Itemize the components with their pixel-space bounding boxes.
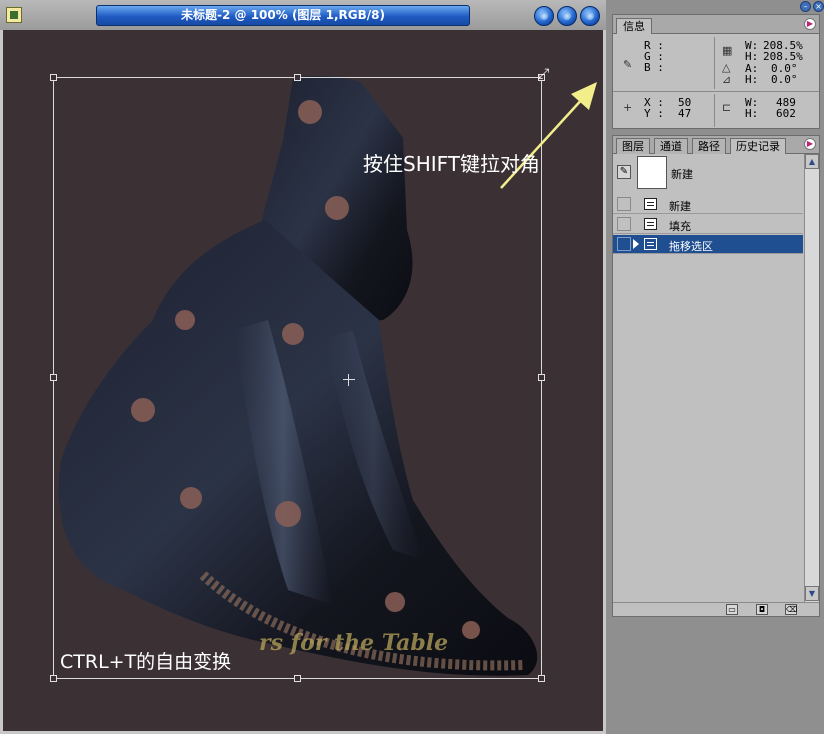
scale-height-label: H:	[745, 50, 759, 63]
history-palette: 图层 通道 路径 历史记录 ▶ ✎ 新建 新建 填充 拖移选区 ▲ ▼ ▭ ◘ …	[612, 135, 820, 617]
photoshop-app-icon[interactable]	[6, 7, 22, 23]
history-brush-icon[interactable]: ✎	[617, 165, 631, 179]
scale-icon: ▦	[722, 44, 733, 57]
document-titlebar[interactable]: 未标题-2 @ 100% (图层 1,RGB/8)	[0, 0, 606, 30]
tab-info[interactable]: 信息	[616, 18, 652, 34]
history-step-icon	[644, 238, 657, 250]
minimize-button[interactable]	[534, 6, 554, 26]
history-item-drag-selection[interactable]: 拖移选区	[613, 235, 803, 254]
history-tabbar: 图层 通道 路径 历史记录 ▶	[613, 136, 819, 154]
crosshair-icon: +	[623, 101, 633, 114]
transform-handle-bottom-left[interactable]	[50, 675, 57, 682]
history-brush-slot[interactable]	[617, 197, 631, 211]
history-item-label: 拖移选区	[669, 240, 713, 253]
info-row-divider	[613, 91, 819, 92]
transform-handle-top-left[interactable]	[50, 74, 57, 81]
image-canvas[interactable]: rs for the Table ⤢ 按住SHIFT键拉对角 CTRL+T的自由…	[3, 30, 603, 731]
info-column-divider	[714, 37, 715, 89]
skew-icon: ⊿	[722, 73, 732, 86]
maximize-button[interactable]	[557, 6, 577, 26]
scroll-down-arrow-icon[interactable]: ▼	[805, 586, 819, 601]
history-item-fill[interactable]: 填充	[613, 215, 803, 234]
annotation-arrow	[500, 82, 597, 189]
blue-label: B :	[644, 61, 664, 74]
document-title: 未标题-2 @ 100% (图层 1,RGB/8)	[96, 5, 470, 26]
tab-layers[interactable]: 图层	[616, 138, 650, 154]
history-step-icon	[644, 218, 657, 230]
palette-minimize-icon[interactable]: –	[800, 1, 811, 12]
skew-label: H:	[745, 73, 759, 86]
y-value: 47	[678, 107, 692, 120]
transform-handle-bottom-right[interactable]	[538, 675, 545, 682]
size-height-label: H:	[745, 107, 759, 120]
history-brush-slot[interactable]	[617, 237, 631, 251]
info-palette: 信息 ▶ R : G : B : ✎ ▦ W: 208.5% H: 208.5%…	[612, 14, 820, 129]
transform-handle-middle-left[interactable]	[50, 374, 57, 381]
palette-close-icon[interactable]: ×	[813, 1, 824, 12]
history-item-label: 新建	[669, 200, 691, 213]
snapshot-thumbnail	[637, 156, 667, 189]
transform-handle-middle-right[interactable]	[538, 374, 545, 381]
transform-handle-top-middle[interactable]	[294, 74, 301, 81]
close-button[interactable]	[580, 6, 600, 26]
shift-annotation: 按住SHIFT键拉对角	[363, 152, 541, 176]
trash-icon[interactable]: ⌫	[785, 604, 797, 615]
tab-channels[interactable]: 通道	[654, 138, 688, 154]
tab-history[interactable]: 历史记录	[730, 138, 786, 154]
tab-paths[interactable]: 路径	[692, 138, 726, 154]
history-state-pointer-icon[interactable]	[633, 239, 639, 249]
transform-handle-bottom-middle[interactable]	[294, 675, 301, 682]
palette-window-controls: – ×	[800, 1, 824, 14]
history-snapshot[interactable]: ✎ 新建	[613, 154, 803, 213]
ctrl-t-annotation: CTRL+T的自由变换	[60, 651, 232, 673]
transform-center-point[interactable]	[343, 374, 355, 386]
skew-value: 0.0°	[771, 73, 798, 86]
info-column-divider-lower	[714, 94, 715, 127]
eyedropper-icon: ✎	[623, 58, 633, 71]
history-step-icon	[644, 198, 657, 210]
scale-height-value: 208.5%	[763, 50, 803, 63]
info-tabbar: 信息 ▶	[613, 15, 819, 34]
new-document-icon[interactable]: ▭	[726, 604, 738, 615]
history-item-label: 填充	[669, 220, 691, 233]
snapshot-label: 新建	[671, 168, 693, 181]
document-window: 未标题-2 @ 100% (图层 1,RGB/8) rs for the Tab…	[0, 0, 606, 734]
window-controls	[534, 6, 600, 26]
history-palette-menu-icon[interactable]: ▶	[804, 138, 816, 150]
history-scrollbar[interactable]: ▲ ▼	[804, 154, 819, 602]
scroll-up-arrow-icon[interactable]: ▲	[805, 154, 819, 169]
size-height-value: 602	[776, 107, 796, 120]
selection-size-icon: ⊏	[722, 101, 732, 114]
info-palette-menu-icon[interactable]: ▶	[804, 18, 816, 30]
camera-icon[interactable]: ◘	[756, 604, 768, 615]
y-label: Y :	[644, 107, 664, 120]
history-item-new[interactable]: 新建	[613, 195, 803, 214]
history-brush-slot[interactable]	[617, 217, 631, 231]
history-footer: ▭ ◘ ⌫	[613, 602, 819, 616]
